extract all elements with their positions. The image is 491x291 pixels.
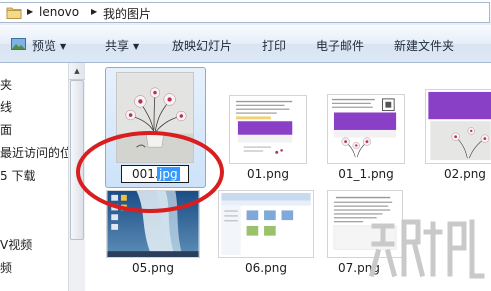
folder-icon xyxy=(6,7,22,19)
file-name-05[interactable]: 05.png xyxy=(106,261,200,275)
scroll-up-arrow-icon[interactable]: ▲ xyxy=(69,63,85,80)
address-box[interactable]: ▶ lenovo ▶ 我的图片 xyxy=(0,2,490,23)
file-thumbnail-06[interactable] xyxy=(218,190,314,258)
nav-item[interactable]: 面 xyxy=(0,121,12,138)
file-name-02[interactable]: 02.png xyxy=(444,167,486,181)
nav-item-downloads[interactable]: 5 下载 xyxy=(0,167,35,184)
nav-item[interactable]: 夹 xyxy=(0,76,12,93)
file-name-01-1[interactable]: 01_1.png xyxy=(327,167,405,181)
share-button[interactable]: 共享 ▼ xyxy=(105,37,139,54)
nav-item-recent-places[interactable]: 最近访问的位置 xyxy=(0,144,68,161)
file-thumbnail-02[interactable] xyxy=(425,89,491,164)
file-name-01[interactable]: 01.png xyxy=(229,167,307,181)
new-folder-button[interactable]: 新建文件夹 xyxy=(394,37,454,54)
breadcrumb-arrow-icon[interactable]: ▶ xyxy=(91,7,97,16)
nav-item-videos[interactable]: V视频 xyxy=(0,236,32,253)
breadcrumb-item-lenovo[interactable]: lenovo xyxy=(39,5,79,19)
nav-item[interactable]: 频 xyxy=(0,259,12,276)
file-thumbnail-01[interactable] xyxy=(229,95,307,164)
breadcrumb-arrow-icon[interactable]: ▶ xyxy=(27,7,33,16)
navigation-pane: 夹 线 面 最近访问的位置 5 下载 V视频 频 xyxy=(0,63,68,291)
breadcrumb-item-pictures[interactable]: 我的图片 xyxy=(103,5,151,22)
email-button[interactable]: 电子邮件 xyxy=(316,37,364,54)
address-bar[interactable]: ▶ lenovo ▶ 我的图片 xyxy=(0,0,491,25)
slideshow-button[interactable]: 放映幻灯片 xyxy=(172,37,232,54)
print-button[interactable]: 打印 xyxy=(262,37,286,54)
preview-button[interactable]: 预览 ▼ xyxy=(32,37,66,54)
watermark-logo xyxy=(368,219,485,279)
file-name-06[interactable]: 06.png xyxy=(218,261,314,275)
preview-icon xyxy=(11,38,26,50)
file-thumbnail-01-1[interactable] xyxy=(327,94,405,164)
command-bar: 预览 ▼ 共享 ▼ 放映幻灯片 打印 电子邮件 新建文件夹 xyxy=(0,25,491,63)
nav-item[interactable]: 线 xyxy=(0,98,12,115)
chevron-down-icon: ▼ xyxy=(133,42,140,51)
chevron-down-icon: ▼ xyxy=(60,42,67,51)
annotation-circle xyxy=(76,131,224,213)
